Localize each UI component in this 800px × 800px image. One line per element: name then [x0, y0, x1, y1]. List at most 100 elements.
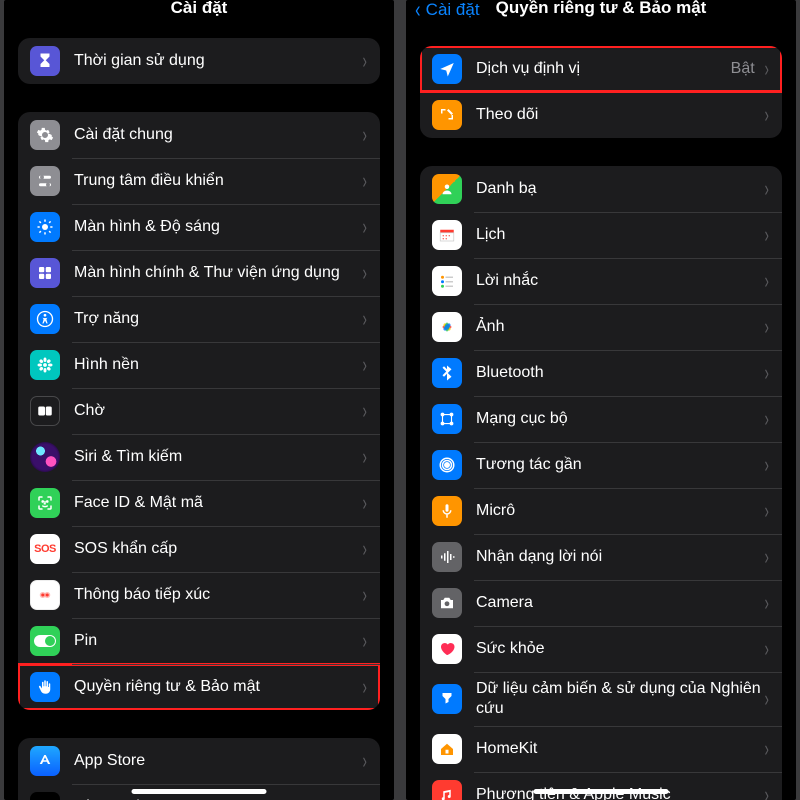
back-label: Cài đặt [426, 2, 480, 18]
chevron-left-icon: ‹ [415, 0, 420, 21]
label: Hình nền [74, 355, 361, 375]
camera-icon [432, 588, 462, 618]
row-screentime[interactable]: Thời gian sử dụng › [18, 38, 380, 84]
label: Nhận dạng lời nói [476, 547, 763, 567]
privacy-screen: ‹ Cài đặt Quyền riêng tư & Bảo mật Dịch … [406, 0, 796, 800]
section-permissions: Danh bạ › Lịch › Lời nhắc › [420, 166, 782, 800]
label: Siri & Tìm kiếm [74, 447, 361, 467]
row-speech[interactable]: Nhận dạng lời nói › [420, 534, 782, 580]
label: SOS khẩn cấp [74, 539, 361, 559]
waveform-icon [432, 542, 462, 572]
label: Chờ [74, 401, 361, 421]
chevron-right-icon: › [362, 168, 366, 194]
section-screentime: Thời gian sử dụng › [18, 38, 380, 84]
row-homekit[interactable]: HomeKit › [420, 726, 782, 772]
row-wallpaper[interactable]: Hình nền › [18, 342, 380, 388]
settings-main-screen: Cài đặt Thời gian sử dụng › Cài đặt chun… [4, 0, 394, 800]
row-tracking[interactable]: Theo dõi › [420, 92, 782, 138]
label: Lời nhắc [476, 271, 763, 291]
hourglass-icon [30, 46, 60, 76]
chevron-right-icon: › [764, 544, 768, 570]
location-arrow-icon [432, 54, 462, 84]
homekit-icon [432, 734, 462, 764]
row-location-services[interactable]: Dịch vụ định vị Bật › [420, 46, 782, 92]
row-faceid[interactable]: Face ID & Mật mã › [18, 480, 380, 526]
chevron-right-icon: › [362, 490, 366, 516]
back-button[interactable]: ‹ Cài đặt [414, 0, 480, 21]
chevron-right-icon: › [764, 498, 768, 524]
row-research[interactable]: Dữ liệu cảm biến & sử dụng của Nghiên cứ… [420, 672, 782, 726]
chevron-right-icon: › [764, 406, 768, 432]
chevron-right-icon: › [764, 636, 768, 662]
row-calendar[interactable]: Lịch › [420, 212, 782, 258]
label: HomeKit [476, 739, 763, 759]
row-microphone[interactable]: Micrô › [420, 488, 782, 534]
row-display[interactable]: Màn hình & Độ sáng › [18, 204, 380, 250]
chevron-right-icon: › [362, 352, 366, 378]
header-bar: ‹ Cài đặt Quyền riêng tư & Bảo mật [406, 0, 796, 38]
chevron-right-icon: › [362, 48, 366, 74]
chevron-right-icon: › [362, 536, 366, 562]
label: Sức khỏe [476, 639, 763, 659]
network-icon [432, 404, 462, 434]
label: Dữ liệu cảm biến & sử dụng của Nghiên cứ… [476, 679, 763, 719]
label: Tương tác gần [476, 455, 763, 475]
contacts-icon [432, 174, 462, 204]
row-siri[interactable]: Siri & Tìm kiếm › [18, 434, 380, 480]
label: App Store [74, 751, 361, 771]
standby-icon [30, 396, 60, 426]
faceid-icon [30, 488, 60, 518]
row-bluetooth[interactable]: Bluetooth › [420, 350, 782, 396]
appstore-icon [30, 746, 60, 776]
chevron-right-icon: › [362, 214, 366, 240]
exposure-icon [30, 580, 60, 610]
health-heart-icon [432, 634, 462, 664]
row-standby[interactable]: Chờ › [18, 388, 380, 434]
row-media[interactable]: Phương tiện & Apple Music › [420, 772, 782, 800]
apps-grid-icon [30, 258, 60, 288]
label: Cài đặt chung [74, 125, 361, 145]
value: Bật [731, 60, 755, 78]
row-nearby[interactable]: Tương tác gần › [420, 442, 782, 488]
row-exposure[interactable]: Thông báo tiếp xúc › [18, 572, 380, 618]
battery-icon [30, 626, 60, 656]
chevron-right-icon: › [764, 222, 768, 248]
label: Màn hình chính & Thư viện ứng dụng [74, 263, 361, 283]
chevron-right-icon: › [362, 260, 366, 286]
label: Trợ năng [74, 309, 361, 329]
chevron-right-icon: › [362, 398, 366, 424]
row-battery[interactable]: Pin › [18, 618, 380, 664]
home-indicator[interactable] [534, 789, 669, 794]
row-accessibility[interactable]: Trợ năng › [18, 296, 380, 342]
row-general[interactable]: Cài đặt chung › [18, 112, 380, 158]
label: Bluetooth [476, 363, 763, 383]
row-home-screen[interactable]: Màn hình chính & Thư viện ứng dụng › [18, 250, 380, 296]
battery-shape [34, 635, 56, 647]
photos-icon [432, 312, 462, 342]
row-contacts[interactable]: Danh bạ › [420, 166, 782, 212]
home-indicator[interactable] [132, 789, 267, 794]
row-control-center[interactable]: Trung tâm điều khiển › [18, 158, 380, 204]
row-photos[interactable]: Ảnh › [420, 304, 782, 350]
label: Pin [74, 631, 361, 651]
scroll-content[interactable]: Thời gian sử dụng › Cài đặt chung › Trun… [4, 38, 394, 800]
label: Camera [476, 593, 763, 613]
row-camera[interactable]: Camera › [420, 580, 782, 626]
row-reminders[interactable]: Lời nhắc › [420, 258, 782, 304]
row-health[interactable]: Sức khỏe › [420, 626, 782, 672]
chevron-right-icon: › [362, 306, 366, 332]
row-privacy[interactable]: Quyền riêng tư & Bảo mật › [18, 664, 380, 710]
hand-privacy-icon [30, 672, 60, 702]
row-appstore[interactable]: App Store › [18, 738, 380, 784]
scroll-content[interactable]: Dịch vụ định vị Bật › Theo dõi › Danh bạ… [406, 38, 796, 800]
chevron-right-icon: › [362, 748, 366, 774]
label: Face ID & Mật mã [74, 493, 361, 513]
tracking-icon [432, 100, 462, 130]
chevron-right-icon: › [362, 122, 366, 148]
page-title: Cài đặt [171, 0, 228, 16]
label: Thời gian sử dụng [74, 51, 361, 71]
nearby-interaction-icon [432, 450, 462, 480]
row-localnetwork[interactable]: Mạng cục bộ › [420, 396, 782, 442]
row-sos[interactable]: SOS SOS khẩn cấp › [18, 526, 380, 572]
chevron-right-icon: › [764, 686, 768, 712]
